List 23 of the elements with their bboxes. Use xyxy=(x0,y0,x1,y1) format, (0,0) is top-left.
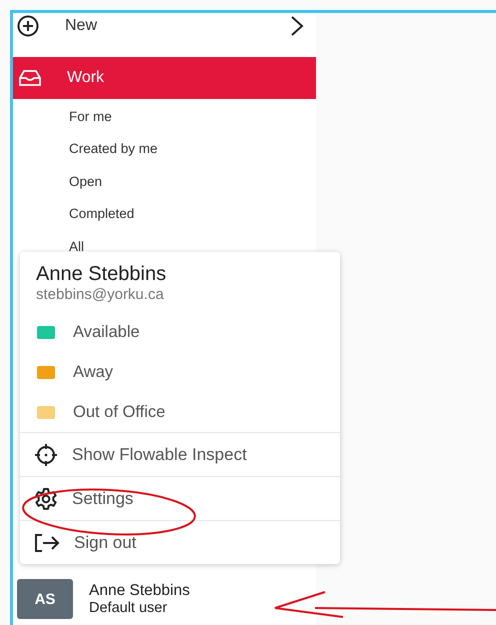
status-option[interactable]: Away xyxy=(73,362,114,382)
user-role: Default user xyxy=(89,600,168,616)
submenu-item[interactable]: Open xyxy=(13,165,316,198)
user-avatar[interactable]: AS xyxy=(17,579,73,619)
inbox-icon xyxy=(19,70,41,86)
menu-user-name: Anne Stebbins xyxy=(35,262,168,286)
crosshair-icon xyxy=(34,442,58,466)
submenu-item[interactable]: Completed xyxy=(13,198,316,230)
status-option[interactable]: Out of Office xyxy=(73,402,166,422)
submenu-item[interactable]: For me xyxy=(13,100,316,132)
menu-item[interactable]: Settings xyxy=(20,476,340,520)
user-name: Anne Stebbins xyxy=(89,582,190,600)
sign-out-icon xyxy=(34,532,60,552)
settings-icon xyxy=(34,486,58,510)
menu-item[interactable]: Show Flowable Inspect xyxy=(20,432,340,476)
menu-user-email: stebbins@yorku.ca xyxy=(35,286,165,305)
submenu-item[interactable]: Created by me xyxy=(13,132,316,165)
plus-icon xyxy=(17,15,39,37)
sidebar-item[interactable]: New xyxy=(13,13,316,39)
status-option[interactable]: Available xyxy=(73,322,140,342)
sidebar-item[interactable]: Work xyxy=(13,57,316,99)
menu-item[interactable]: Sign out xyxy=(20,520,340,564)
chevron-right-icon xyxy=(290,16,304,36)
